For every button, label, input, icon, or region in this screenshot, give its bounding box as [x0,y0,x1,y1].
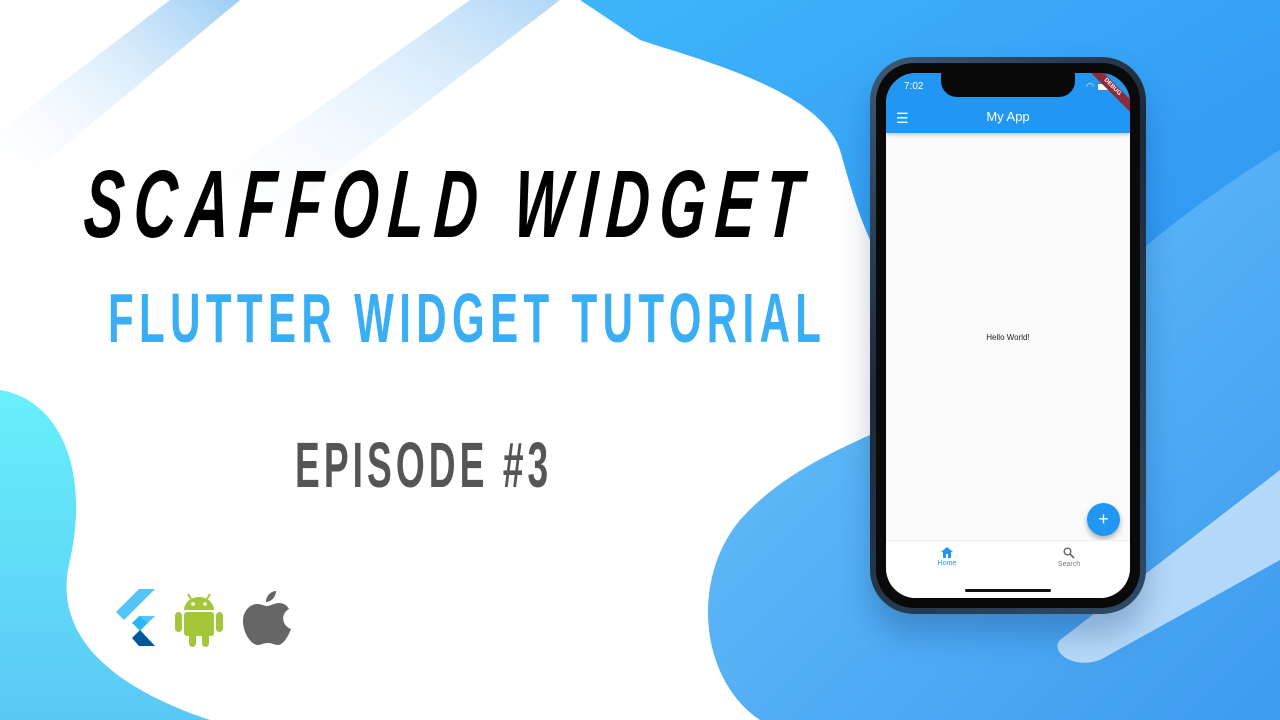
nav-label: Search [1057,561,1081,568]
android-logo-icon [175,593,223,647]
bottom-navigation: Home Search [886,540,1130,598]
body-text: Hello World! [986,333,1030,342]
search-icon [1063,547,1075,559]
flutter-logo-icon [116,589,155,646]
add-fab-button[interactable]: + [1087,503,1120,536]
subtitle: FLUTTER WIDGET TUTORIAL [108,279,827,357]
platform-logos [112,588,292,648]
phone-mockup: DEBUG 7:02 ◠ ☰ My App Hello World! + Hom… [870,57,1146,614]
status-time: 7:02 [904,81,924,92]
phone-screen: DEBUG 7:02 ◠ ☰ My App Hello World! + Hom… [886,73,1130,598]
nav-label: Home [937,560,957,567]
wifi-icon: ◠ [1086,81,1094,91]
apple-logo-icon [243,591,291,645]
home-indicator [965,589,1051,592]
episode-label: EPISODE #3 [295,429,553,501]
phone-notch [941,73,1075,97]
home-icon [941,547,953,558]
app-title: My App [986,109,1030,124]
headline: SCAFFOLD WIDGET [80,151,816,258]
